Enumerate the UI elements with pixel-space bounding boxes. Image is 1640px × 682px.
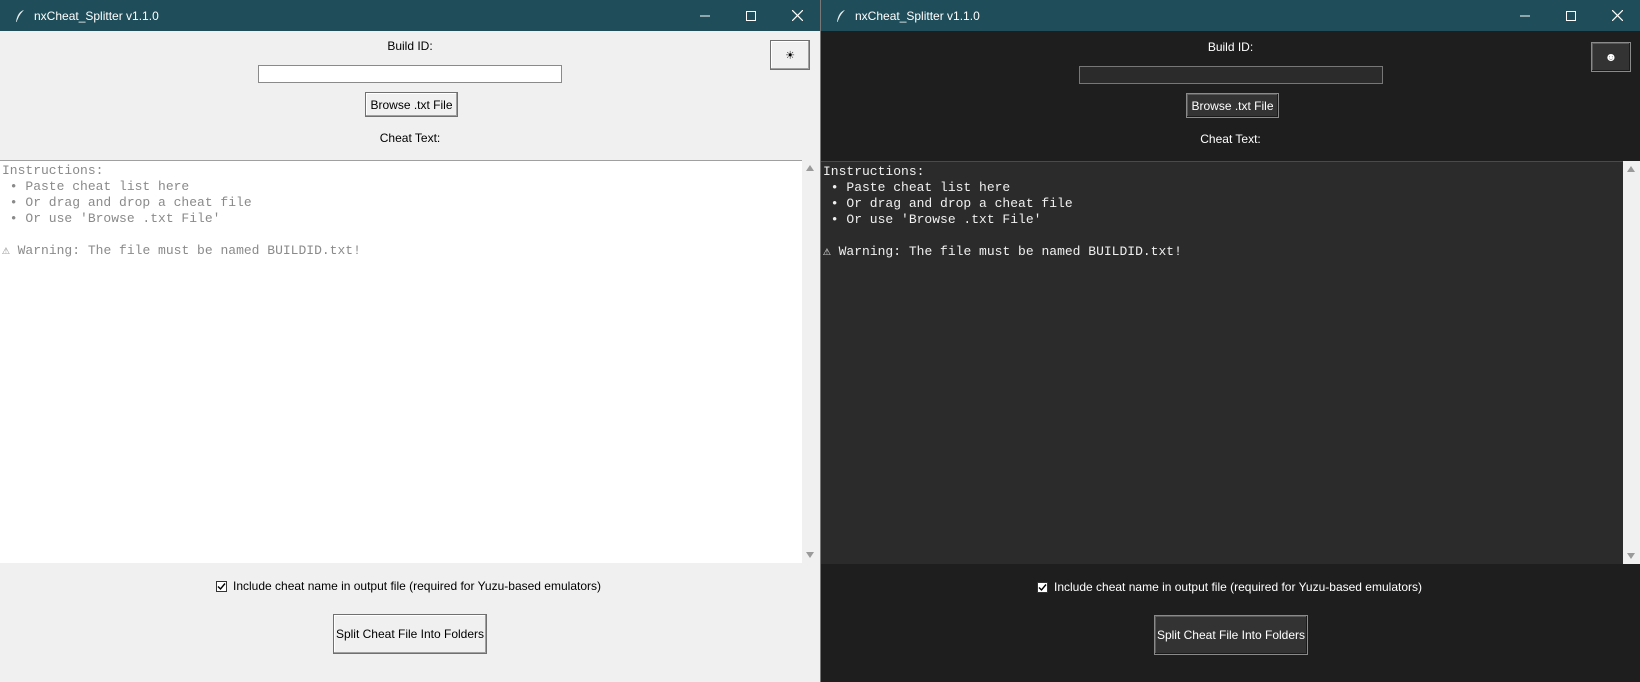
minimize-icon [1520, 15, 1530, 16]
text-scrollbar[interactable] [802, 160, 819, 563]
text-line: • Or drag and drop a cheat file [823, 196, 1073, 211]
scroll-down-arrow-icon[interactable] [806, 552, 814, 558]
window-title: nxCheat_Splitter v1.1.0 [855, 8, 980, 23]
build-id-label: Build ID: [1207, 40, 1254, 54]
maximize-icon [746, 10, 756, 21]
app-window-dark: nxCheat_Splitter v1.1.0 Build ID: ☻ Brow… [821, 0, 1640, 682]
moon-icon: ☻ [1604, 50, 1618, 64]
checkmark-icon [217, 582, 226, 590]
include-name-label: Include cheat name in output file (requi… [233, 579, 601, 593]
include-name-option[interactable]: Include cheat name in output file (requi… [216, 578, 601, 594]
text-line: Instructions: [823, 164, 925, 179]
maximize-button[interactable] [1548, 0, 1594, 31]
split-button[interactable]: Split Cheat File Into Folders [1154, 615, 1308, 655]
scroll-up-arrow-icon[interactable] [1627, 166, 1635, 172]
minimize-icon [700, 15, 710, 16]
close-button[interactable] [774, 0, 820, 31]
text-line [823, 228, 1621, 244]
warning-line: ⚠ Warning: The file must be named BUILDI… [823, 244, 1182, 259]
cheat-text-label: Cheat Text: [1200, 132, 1261, 146]
feather-icon [12, 8, 28, 24]
minimize-button[interactable] [682, 0, 728, 31]
scroll-up-arrow-icon[interactable] [806, 165, 814, 171]
title-bar[interactable]: nxCheat_Splitter v1.1.0 [0, 0, 820, 31]
cheat-text-area[interactable]: Instructions: • Paste cheat list here • … [821, 161, 1623, 564]
sun-icon: ☀ [785, 49, 795, 62]
text-line: Instructions: [2, 163, 104, 178]
split-button[interactable]: Split Cheat File Into Folders [333, 614, 487, 654]
text-line [2, 227, 800, 243]
scroll-down-arrow-icon[interactable] [1627, 553, 1635, 559]
warning-line: ⚠ Warning: The file must be named BUILDI… [2, 243, 361, 258]
checkmark-icon [1038, 583, 1047, 591]
cheat-text-label: Cheat Text: [379, 131, 441, 145]
theme-toggle-button[interactable]: ☻ [1591, 42, 1631, 72]
close-icon [1611, 10, 1623, 21]
close-button[interactable] [1594, 0, 1640, 31]
maximize-icon [1566, 10, 1576, 21]
browse-button[interactable]: Browse .txt File [1186, 93, 1279, 118]
text-line: • Or drag and drop a cheat file [2, 195, 252, 210]
theme-toggle-button[interactable]: ☀ [770, 40, 810, 70]
include-name-option[interactable]: Include cheat name in output file (requi… [1037, 579, 1422, 595]
window-title: nxCheat_Splitter v1.1.0 [34, 8, 159, 23]
browse-button[interactable]: Browse .txt File [365, 92, 458, 117]
app-window-light: nxCheat_Splitter v1.1.0 Build ID: ☀ Brow… [0, 0, 820, 682]
text-scrollbar[interactable] [1623, 161, 1640, 564]
include-name-label: Include cheat name in output file (requi… [1054, 580, 1422, 594]
text-line: • Paste cheat list here [2, 179, 190, 194]
minimize-button[interactable] [1502, 0, 1548, 31]
text-line: • Paste cheat list here [823, 180, 1011, 195]
feather-icon [833, 8, 849, 24]
include-name-checkbox[interactable] [216, 580, 227, 592]
build-id-input[interactable] [1079, 66, 1383, 84]
build-id-label: Build ID: [387, 39, 433, 53]
cheat-text-area[interactable]: Instructions: • Paste cheat list here • … [0, 160, 802, 563]
build-id-input[interactable] [258, 65, 562, 83]
text-line: • Or use 'Browse .txt File' [2, 211, 221, 226]
close-icon [791, 10, 803, 21]
text-line: • Or use 'Browse .txt File' [823, 212, 1042, 227]
title-bar[interactable]: nxCheat_Splitter v1.1.0 [821, 0, 1640, 31]
maximize-button[interactable] [728, 0, 774, 31]
include-name-checkbox[interactable] [1037, 581, 1048, 593]
